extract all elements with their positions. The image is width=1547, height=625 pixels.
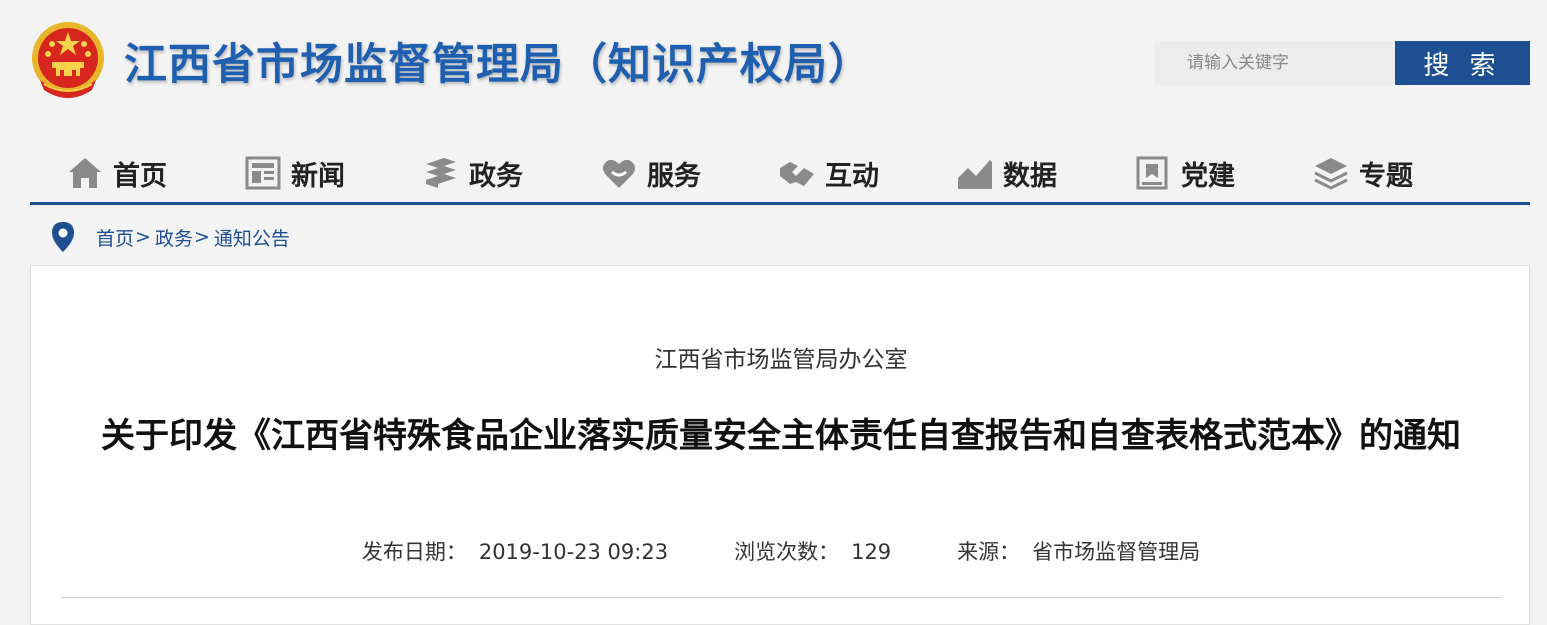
layers-icon — [1314, 158, 1348, 190]
article-panel: 江西省市场监管局办公室 关于印发《江西省特殊食品企业落实质量安全主体责任自查报告… — [30, 265, 1530, 625]
main-nav: 首页 新闻 政务 服务 互动 数据 党建 专题 — [30, 140, 1530, 205]
government-affairs-icon — [426, 158, 456, 188]
nav-item-label: 专题 — [1359, 160, 1413, 192]
breadcrumb-notices-link[interactable]: 通知公告 — [214, 224, 290, 251]
nav-item-home[interactable]: 首页 — [66, 154, 167, 192]
view-count: 浏览次数： 129 — [734, 536, 891, 566]
breadcrumb-separator: > — [193, 226, 210, 248]
data-chart-icon — [958, 160, 992, 189]
nav-item-service[interactable]: 服务 — [600, 154, 701, 192]
publish-date-label: 发布日期： — [361, 540, 467, 564]
article-meta: 发布日期： 2019-10-23 09:23 浏览次数： 129 来源： 省市场监督管… — [31, 536, 1531, 566]
nav-item-label: 服务 — [647, 160, 701, 192]
search-input[interactable] — [1155, 41, 1395, 85]
article-divider — [61, 597, 1501, 598]
publish-date: 发布日期： 2019-10-23 09:23 — [362, 536, 668, 566]
handshake-icon — [780, 162, 814, 186]
site-header: 江西省市场监督管理局（知识产权局） 搜 索 — [0, 0, 1547, 130]
publish-date-value: 2019-10-23 09:23 — [478, 540, 669, 564]
nav-item-label: 数据 — [1003, 160, 1057, 192]
nav-item-party-building[interactable]: 党建 — [1134, 154, 1235, 192]
article-title: 关于印发《江西省特殊食品企业落实质量安全主体责任自查报告和自查表格式范本》的通知 — [101, 416, 1461, 456]
nav-item-label: 党建 — [1181, 160, 1235, 192]
breadcrumb-home-link[interactable]: 首页 — [96, 224, 134, 251]
nav-item-label: 互动 — [825, 160, 879, 192]
source-value: 省市场监督管理局 — [1032, 540, 1201, 564]
nav-item-label: 新闻 — [291, 160, 345, 192]
site-title[interactable]: 江西省市场监督管理局（知识产权局） — [124, 30, 872, 92]
nav-item-label: 政务 — [469, 160, 523, 192]
source: 来源： 省市场监督管理局 — [957, 536, 1200, 566]
breadcrumb: 首页 > 政务 > 通知公告 — [48, 220, 290, 254]
news-icon — [245, 156, 281, 190]
nav-item-interaction[interactable]: 互动 — [778, 154, 879, 192]
location-pin-icon — [52, 222, 74, 252]
nav-item-news[interactable]: 新闻 — [244, 154, 345, 192]
view-count-value: 129 — [851, 540, 892, 564]
search-button[interactable]: 搜 索 — [1395, 41, 1530, 85]
nav-item-label: 首页 — [113, 160, 167, 192]
article-issuer: 江西省市场监管局办公室 — [654, 347, 908, 373]
home-icon — [69, 158, 101, 188]
view-count-label: 浏览次数： — [734, 540, 840, 564]
nav-item-special-topics[interactable]: 专题 — [1312, 154, 1413, 192]
breadcrumb-government-affairs-link[interactable]: 政务 — [155, 224, 193, 251]
nav-item-government-affairs[interactable]: 政务 — [422, 154, 523, 192]
party-building-icon — [1136, 156, 1168, 190]
national-emblem-icon[interactable] — [30, 18, 106, 100]
nav-item-data[interactable]: 数据 — [956, 154, 1057, 192]
source-label: 来源： — [957, 540, 1021, 564]
breadcrumb-separator: > — [135, 226, 151, 248]
service-heart-icon — [603, 159, 635, 188]
